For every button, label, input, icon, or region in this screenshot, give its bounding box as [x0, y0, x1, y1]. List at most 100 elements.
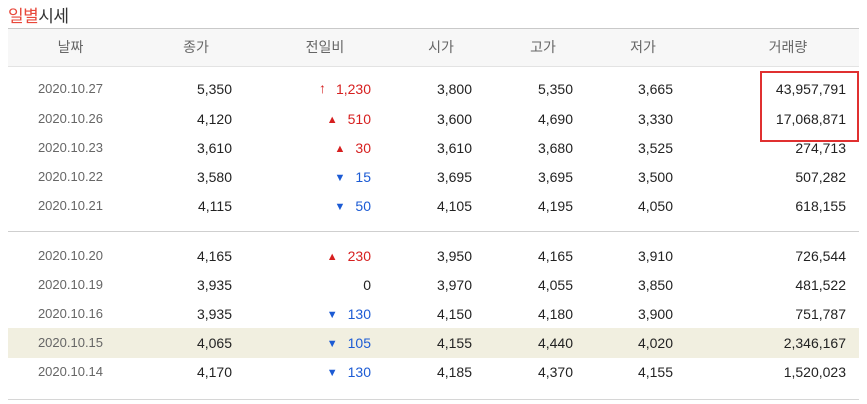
cell-low: 4,020	[637, 335, 673, 351]
cell-low: 3,500	[637, 169, 673, 185]
table-row: 2020.10.19 3,935 0 3,970 4,055 3,850 481,522	[8, 270, 859, 300]
col-header-low: 저가	[630, 39, 656, 55]
cell-close: 4,120	[196, 111, 232, 127]
cell-volume: 751,787	[795, 306, 846, 322]
cell-close: 4,170	[196, 364, 232, 380]
cell-open: 3,800	[436, 81, 472, 97]
cell-open: 3,950	[436, 248, 472, 264]
col-header-high: 고가	[530, 39, 556, 55]
cell-date: 2020.10.22	[37, 169, 104, 184]
table-row: 2020.10.27 5,350 ↑ 1,230 3,800 5,350 3,665 43,9…	[8, 74, 859, 104]
cell-open: 4,105	[436, 198, 472, 214]
cell-close: 5,350	[196, 81, 232, 97]
cell-close: 3,580	[196, 169, 232, 185]
cell-low: 3,850	[637, 277, 673, 293]
change-value: 130	[347, 306, 371, 322]
cell-high: 4,165	[537, 248, 573, 264]
upper-limit-arrow-icon: ↑	[318, 80, 326, 96]
change-value: 30	[355, 140, 371, 156]
change-value: 105	[347, 335, 371, 351]
cell-change: ▲ 230	[248, 241, 371, 271]
table-row: 2020.10.26 4,120 ▲ 510 3,600 4,690 3,330 17,068…	[8, 104, 859, 134]
cell-close: 4,115	[198, 198, 232, 214]
change-value: 15	[355, 169, 371, 185]
down-triangle-icon: ▼	[326, 367, 338, 379]
cell-change: 0	[248, 270, 371, 300]
col-header-date: 날짜	[57, 39, 84, 55]
table-row: 2020.10.20 4,165 ▲ 230 3,950 4,165 3,910 726,54…	[8, 241, 859, 271]
change-value: 0	[363, 277, 371, 293]
cell-date: 2020.10.19	[37, 277, 104, 292]
cell-volume: 2,346,167	[783, 335, 846, 351]
cell-change: ▼ 130	[248, 357, 371, 387]
cell-volume: 726,544	[795, 248, 846, 264]
col-header-change: 전일비	[305, 39, 345, 55]
cell-change: ▲ 510	[248, 104, 371, 134]
cell-date: 2020.10.16	[37, 306, 104, 321]
cell-high: 4,180	[537, 306, 573, 322]
cell-close: 3,935	[196, 277, 232, 293]
down-triangle-icon: ▼	[326, 338, 338, 350]
cell-date: 2020.10.27	[37, 81, 104, 96]
col-header-volume: 거래량	[768, 39, 808, 55]
table-row: 2020.10.23 3,610 ▲ 30 3,610 3,680 3,525 274,713	[8, 133, 859, 163]
cell-open: 4,155	[436, 335, 472, 351]
annotation-box	[760, 71, 859, 142]
table-row: 2020.10.16 3,935 ▼ 130 4,150 4,180 3,900 751,78…	[8, 299, 859, 329]
cell-low: 4,050	[637, 198, 673, 214]
table-bottom-rule	[8, 399, 859, 400]
cell-low: 3,330	[637, 111, 673, 127]
table-row: 2020.10.14 4,170 ▼ 130 4,185 4,370 4,155 1,520,…	[8, 357, 859, 387]
cell-date: 2020.10.21	[37, 198, 104, 213]
cell-change: ↑ 1,230	[248, 74, 371, 104]
cell-low: 3,665	[637, 81, 673, 97]
cell-close: 3,610	[196, 140, 232, 156]
down-triangle-icon: ▼	[334, 172, 346, 184]
cell-high: 4,055	[537, 277, 573, 293]
cell-low: 3,910	[637, 248, 673, 264]
cell-change: ▼ 50	[248, 191, 371, 221]
cell-close: 3,935	[196, 306, 232, 322]
table-row: 2020.10.22 3,580 ▼ 15 3,695 3,695 3,500 507,282	[8, 162, 859, 192]
cell-low: 3,900	[637, 306, 673, 322]
up-triangle-icon: ▲	[334, 143, 346, 155]
title-rest: 시세	[38, 7, 69, 26]
change-value: 510	[347, 111, 371, 127]
cell-high: 4,370	[537, 364, 573, 380]
cell-open: 3,695	[436, 169, 472, 185]
cell-date: 2020.10.14	[37, 364, 104, 379]
table-row: 2020.10.15 4,065 ▼ 105 4,155 4,440 4,020 2,346,…	[8, 328, 859, 358]
up-triangle-icon: ▲	[326, 251, 338, 263]
cell-change: ▼ 130	[248, 299, 371, 329]
cell-low: 3,525	[637, 140, 673, 156]
change-value: 230	[347, 248, 371, 264]
cell-date: 2020.10.20	[37, 248, 104, 263]
group-separator	[8, 231, 859, 232]
cell-open: 4,150	[436, 306, 472, 322]
cell-low: 4,155	[637, 364, 673, 380]
change-value: 50	[355, 198, 371, 214]
cell-high: 4,690	[537, 111, 573, 127]
col-header-close: 종가	[183, 39, 209, 55]
cell-close: 4,065	[196, 335, 232, 351]
cell-volume: 1,520,023	[783, 364, 846, 380]
down-triangle-icon: ▼	[334, 201, 346, 213]
cell-volume: 507,282	[795, 169, 846, 185]
up-triangle-icon: ▲	[326, 114, 338, 126]
page-title: 일별시세	[8, 2, 69, 27]
cell-close: 4,165	[196, 248, 232, 264]
cell-change: ▲ 30	[248, 133, 371, 163]
cell-open: 3,600	[436, 111, 472, 127]
cell-high: 3,695	[537, 169, 573, 185]
change-value: 130	[347, 364, 371, 380]
cell-date: 2020.10.15	[37, 335, 104, 350]
cell-high: 3,680	[537, 140, 573, 156]
table-row: 2020.10.21 4,115 ▼ 50 4,105 4,195 4,050 618,155	[8, 191, 859, 221]
cell-high: 4,195	[537, 198, 573, 214]
cell-volume: 481,522	[795, 277, 846, 293]
table-header: 날짜 종가 전일비 시가 고가 저가 거래량	[8, 29, 859, 67]
cell-open: 3,970	[436, 277, 472, 293]
cell-high: 4,440	[537, 335, 573, 351]
cell-date: 2020.10.26	[37, 111, 104, 126]
cell-open: 4,185	[436, 364, 472, 380]
